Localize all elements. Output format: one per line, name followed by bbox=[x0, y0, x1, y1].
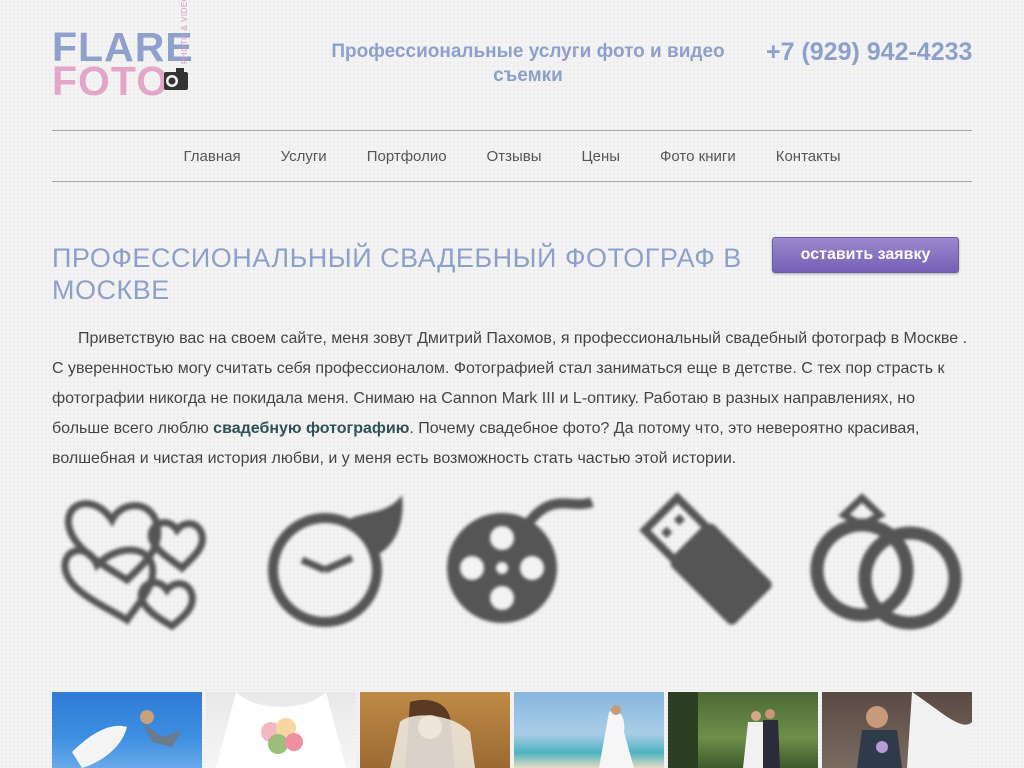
feature-item[interactable] bbox=[617, 490, 797, 680]
nav-item-reviews[interactable]: Отзывы bbox=[487, 148, 542, 165]
header-phone[interactable]: +7 (929) 942-4233 bbox=[766, 38, 972, 67]
nav-item-services[interactable]: Услуги bbox=[281, 148, 327, 165]
intro-text: Приветствую вас на своем сайте, меня зов… bbox=[52, 324, 972, 474]
gallery-photo[interactable] bbox=[822, 692, 972, 768]
gallery-photo[interactable] bbox=[206, 692, 356, 768]
photo-gallery bbox=[52, 692, 972, 768]
nav-item-portfolio[interactable]: Портфолио bbox=[367, 148, 447, 165]
page-title: ПРОФЕССИОНАЛЬНЫЙ СВАДЕБНЫЙ ФОТОГРАФ В МО… bbox=[52, 243, 742, 305]
features-row bbox=[52, 490, 972, 680]
camera-icon bbox=[164, 68, 188, 90]
gallery-photo[interactable] bbox=[52, 692, 202, 768]
clock-icon bbox=[268, 495, 403, 627]
header-tagline: Профессиональные услуги фото и видео съе… bbox=[331, 41, 725, 86]
gallery-photo[interactable] bbox=[668, 692, 818, 768]
logo-subtitle: PHOTO & VIDEO bbox=[180, 0, 189, 64]
nav-item-home[interactable]: Главная bbox=[183, 148, 240, 165]
feature-item[interactable] bbox=[797, 490, 977, 680]
nav-item-photobooks[interactable]: Фото книги bbox=[660, 148, 736, 165]
rings-icon bbox=[810, 493, 962, 630]
feature-item[interactable] bbox=[52, 490, 232, 680]
feature-item[interactable] bbox=[242, 490, 422, 680]
main-nav: Главная Услуги Портфолио Отзывы Цены Фот… bbox=[52, 130, 972, 182]
wedding-photo-link[interactable]: свадебную фотографию bbox=[213, 420, 409, 437]
nav-item-prices[interactable]: Цены bbox=[582, 148, 621, 165]
usb-drive-icon bbox=[639, 492, 772, 625]
logo-word-foto: FOTO bbox=[52, 58, 170, 104]
gallery-photo[interactable] bbox=[360, 692, 510, 768]
film-reel-icon bbox=[447, 497, 594, 623]
feature-item[interactable] bbox=[427, 490, 607, 680]
hearts-icon bbox=[61, 500, 206, 630]
nav-item-contacts[interactable]: Контакты bbox=[776, 148, 841, 165]
request-button[interactable]: оставить заявку bbox=[772, 237, 959, 273]
gallery-photo[interactable] bbox=[514, 692, 664, 768]
site-logo[interactable]: FLARE FOTO PHOTO & VIDEO bbox=[52, 0, 212, 104]
